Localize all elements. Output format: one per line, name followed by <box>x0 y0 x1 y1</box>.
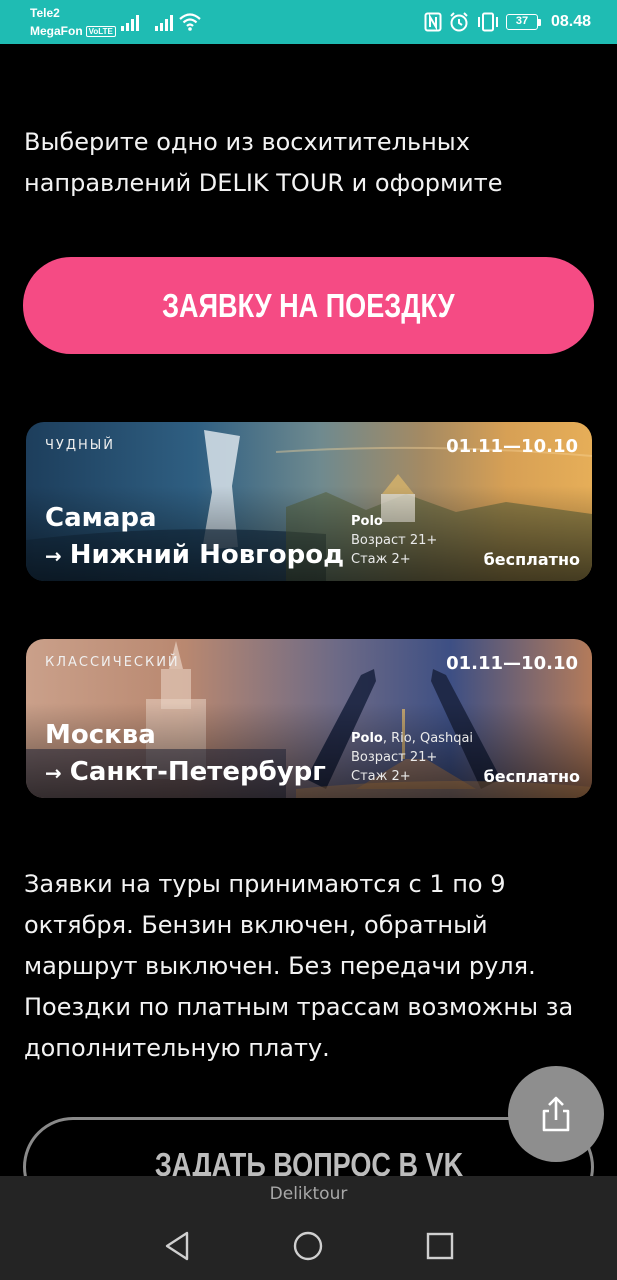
tour-price: бесплатно <box>483 550 580 569</box>
tour-experience: Стаж 2+ <box>351 769 411 784</box>
arrow-right-icon: → <box>45 761 62 785</box>
wifi-icon <box>179 13 201 31</box>
recents-button[interactable] <box>420 1226 460 1266</box>
tour-to: → Санкт-Петербург <box>45 757 326 787</box>
tour-price: бесплатно <box>483 767 580 786</box>
home-button[interactable] <box>288 1226 328 1266</box>
tour-card-samara-nizhny[interactable]: ЧУДНЫЙ 01.11—10.10 Самара → Нижний Новгор… <box>26 422 592 581</box>
carrier-name-2: MegaFon VoLTE <box>30 24 116 38</box>
apply-trip-button[interactable]: ЗАЯВКУ НА ПОЕЗДКУ <box>23 257 594 354</box>
recents-icon <box>426 1232 454 1260</box>
apply-trip-button-label: ЗАЯВКУ НА ПОЕЗДКУ <box>162 286 455 324</box>
tour-to-label: Санкт-Петербург <box>69 757 326 787</box>
tour-cars: Polo <box>351 514 383 529</box>
tour-dates: 01.11—10.10 <box>446 653 578 674</box>
carrier-name-2-label: MegaFon <box>30 24 83 38</box>
back-button[interactable] <box>157 1226 197 1266</box>
tour-car-main: Polo <box>351 731 383 746</box>
share-icon <box>542 1096 570 1132</box>
tour-card-moscow-spb[interactable]: КЛАССИЧЕСКИЙ 01.11—10.10 Москва → Санкт-П… <box>26 639 592 798</box>
back-icon <box>165 1231 189 1261</box>
vibrate-icon <box>477 12 498 32</box>
tour-dates: 01.11—10.10 <box>446 436 578 457</box>
status-icons: 37 08.48 <box>424 10 591 34</box>
tour-from: Самара <box>45 503 157 533</box>
tour-age: Возраст 21+ <box>351 750 438 765</box>
tour-info-text: Заявки на туры принимаются с 1 по 9 октя… <box>24 870 574 1062</box>
carrier-name-1: Tele2 <box>30 6 60 20</box>
home-icon <box>293 1231 323 1261</box>
battery-icon: 37 <box>505 14 541 30</box>
clock: 08.48 <box>550 13 591 30</box>
intro-text: Выберите одно из восхитительных направле… <box>24 128 503 197</box>
nfc-icon <box>424 12 442 32</box>
share-button[interactable] <box>508 1066 604 1162</box>
signal-icon-2 <box>155 15 173 31</box>
tour-cars: Polo, Rio, Qashqai <box>351 731 473 746</box>
tour-to: → Нижний Новгород <box>45 540 344 570</box>
tour-from: Москва <box>45 720 156 750</box>
site-name: Deliktour <box>269 1184 348 1204</box>
volte-badge: VoLTE <box>85 26 116 37</box>
bottom-bar: Deliktour <box>0 1176 617 1280</box>
tour-age: Возраст 21+ <box>351 533 438 548</box>
status-bar: Tele2 MegaFon VoLTE 37 08.48 <box>0 0 617 44</box>
tour-to-label: Нижний Новгород <box>69 540 345 570</box>
tour-experience: Стаж 2+ <box>351 552 411 567</box>
tour-type: ЧУДНЫЙ <box>45 438 115 453</box>
battery-level: 37 <box>505 14 538 30</box>
tour-car-extra: , Rio, Qashqai <box>382 731 474 746</box>
alarm-icon <box>450 12 468 32</box>
tour-type: КЛАССИЧЕСКИЙ <box>45 655 180 670</box>
tour-car-main: Polo <box>351 514 383 529</box>
signal-icon <box>121 15 139 31</box>
arrow-right-icon: → <box>45 544 62 568</box>
